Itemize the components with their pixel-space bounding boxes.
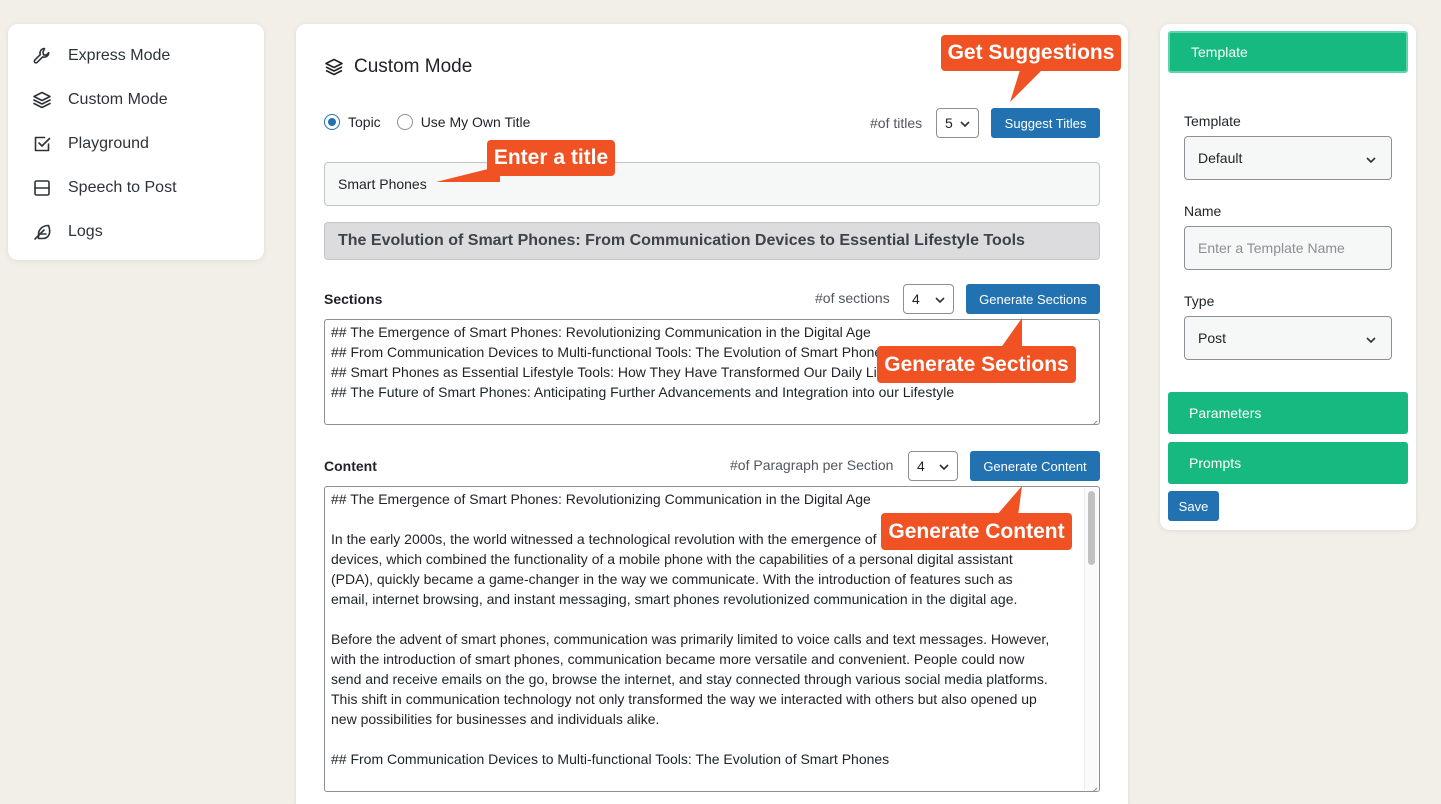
nav-item-custom-mode[interactable]: Custom Mode [8,78,264,122]
nav-item-speech-to-post[interactable]: Speech to Post [8,166,264,210]
template-settings-panel: Template Template Default Name Enter a T… [1160,24,1416,530]
tab-template[interactable]: Template [1168,31,1408,73]
chevron-down-icon [1365,153,1377,165]
wrench-icon [32,46,52,66]
checkbox-icon [32,134,52,154]
text-line: ## The Emergence of Smart Phones: Revolu… [331,324,871,340]
sidebar-nav: Express Mode Custom Mode Playground Spee… [8,24,264,260]
sections-label: Sections [324,291,383,307]
titles-count-label: #of titles [870,115,923,131]
own-title-radio[interactable] [396,114,413,130]
tab-parameters[interactable]: Parameters [1168,392,1408,434]
save-button[interactable]: Save [1168,491,1219,521]
layers-icon [325,58,343,76]
type-select[interactable]: Post [1184,316,1392,360]
titles-count-select[interactable]: 5 [936,108,979,138]
nav-item-label: Speech to Post [68,179,177,196]
nav-item-label: Playground [68,135,149,152]
nav-item-express-mode[interactable]: Express Mode [8,34,264,78]
text-line: with the introduction of smart phones, c… [331,651,1025,667]
resize-handle[interactable] [1088,780,1098,791]
layout-icon [32,178,52,198]
feather-icon [32,222,52,242]
scrollbar[interactable] [1084,488,1098,790]
template-select[interactable]: Default [1184,136,1392,180]
generated-title-field[interactable]: The Evolution of Smart Phones: From Comm… [324,222,1100,260]
titles-count-value: 5 [945,115,953,131]
text-line: ## The Future of Smart Phones: Anticipat… [331,384,955,400]
paragraph-count-value: 4 [917,458,925,474]
nav-item-label: Express Mode [68,47,171,64]
tab-prompts[interactable]: Prompts [1168,442,1408,484]
page-title: Custom Mode [324,56,472,78]
text-line [331,729,1093,749]
text-line: new possibilities for businesses and ind… [331,711,660,727]
nav-item-label: Custom Mode [68,91,168,108]
nav-item-logs[interactable]: Logs [8,210,264,254]
text-line: ## From Communication Devices to Multi-f… [331,751,890,767]
chevron-down-icon [938,460,950,472]
topic-radio-label[interactable]: Topic [348,114,381,130]
template-name-input[interactable]: Enter a Template Name [1184,226,1392,270]
text-line: Before the advent of smart phones, commu… [331,631,1050,647]
text-line [331,609,1093,629]
topic-radio[interactable] [324,114,340,130]
scrollbar-thumb[interactable] [1088,491,1095,565]
chevron-down-icon [934,293,946,305]
title-mode-radio-group: Topic Use My Own Title [324,114,546,130]
chevron-down-icon [959,117,971,129]
custom-mode-panel: Custom Mode Topic Use My Own Title #of t… [296,24,1128,804]
own-title-radio-label[interactable]: Use My Own Title [421,114,531,130]
nav-item-playground[interactable]: Playground [8,122,264,166]
generate-content-callout: Generate Content [881,513,1072,550]
text-line: ## The Emergence of Smart Phones: Revolu… [331,491,871,507]
text-line: send and receive emails on the go, brows… [331,671,1048,687]
nav-item-label: Logs [68,223,103,240]
generate-sections-button[interactable]: Generate Sections [966,284,1100,314]
topic-input[interactable]: Smart Phones [324,162,1100,206]
get-suggestions-callout: Get Suggestions [941,35,1121,71]
suggest-titles-button[interactable]: Suggest Titles [991,108,1100,138]
content-label: Content [324,458,377,474]
type-label: Type [1184,293,1215,309]
type-select-value: Post [1198,330,1227,346]
resize-handle[interactable] [1088,413,1098,424]
text-line: (PDA), quickly became a game-changer in … [331,571,1013,587]
sections-count-value: 4 [912,291,920,307]
chevron-down-icon [1365,333,1377,345]
sections-count-select[interactable]: 4 [903,284,954,314]
text-line: This shift in communication technology n… [331,691,1037,707]
sections-count-label: #of sections [815,290,890,306]
layers-icon [32,90,52,110]
text-line: devices, which combined the functionalit… [331,551,1013,567]
paragraph-count-select[interactable]: 4 [908,451,958,481]
name-label: Name [1184,203,1222,219]
paragraph-count-label: #of Paragraph per Section [730,457,894,473]
generate-sections-callout: Generate Sections [877,346,1076,383]
template-select-value: Default [1198,150,1243,166]
generate-content-button[interactable]: Generate Content [970,451,1100,481]
page-title-text: Custom Mode [354,56,473,77]
template-label: Template [1184,113,1241,129]
text-line: email, internet browsing, and instant me… [331,591,1018,607]
enter-title-callout: Enter a title [487,140,615,176]
